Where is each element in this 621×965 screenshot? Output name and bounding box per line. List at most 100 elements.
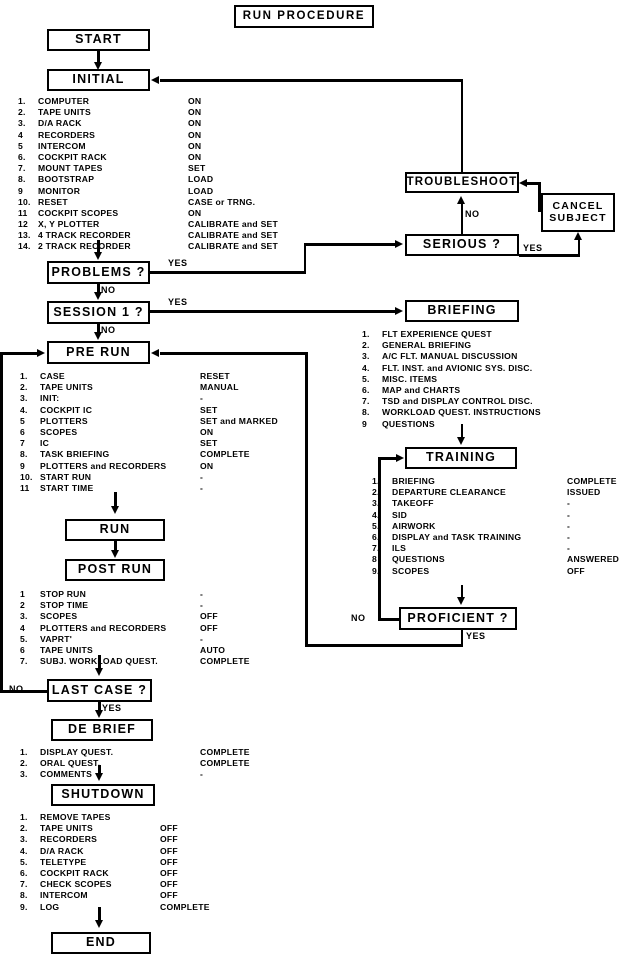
edge-session1-yes	[150, 310, 396, 313]
checklist-row-name: TAPE UNITS	[40, 823, 93, 834]
checklist-row-value: OFF	[567, 565, 585, 576]
checklist-row: 11 COCKPIT SCOPES ON	[18, 208, 278, 219]
checklist-row: 1. CASE RESET	[20, 371, 278, 382]
checklist-row-value: -	[200, 600, 204, 611]
edge-lastcase-no-v	[0, 352, 3, 692]
checklist-row-name: REMOVE TAPES	[40, 812, 111, 822]
node-initial-label: INITIAL	[72, 72, 125, 87]
checklist-row-value: MANUAL	[200, 382, 239, 393]
checklist-row-name: PLOTTERS and RECORDERS	[40, 622, 167, 633]
checklist-row-number: 1	[20, 589, 26, 599]
checklist-row-value: ON	[200, 460, 214, 471]
checklist-row-name: RECORDERS	[38, 129, 96, 140]
node-troubleshoot[interactable]: TROUBLESHOOT	[405, 172, 519, 193]
checklist-row-value: -	[567, 498, 571, 509]
arrowhead-proficient-prerun	[151, 348, 159, 357]
node-proficient[interactable]: PROFICIENT ?	[399, 607, 517, 630]
checklist-row-name: CHECK SCOPES	[40, 879, 112, 890]
node-run[interactable]: RUN	[65, 519, 165, 541]
checklist-row-name: 2 TRACK RECORDER	[38, 241, 131, 252]
checklist-row-name: BRIEFING	[392, 476, 436, 486]
checklist-row-value: COMPLETE	[200, 747, 250, 757]
checklist-row-value: COMPLETE	[200, 758, 250, 769]
checklist-row-name: INTERCOM	[40, 890, 88, 901]
checklist-row-number: 9	[362, 418, 368, 429]
checklist-row-number: 3.	[18, 118, 26, 129]
arrowhead-serious-troubleshoot	[457, 196, 465, 204]
checklist-row-value: OFF	[160, 845, 178, 856]
node-shutdown[interactable]: SHUTDOWN	[51, 784, 155, 806]
node-lastcase[interactable]: LAST CASE ?	[47, 679, 152, 702]
node-training[interactable]: TRAINING	[405, 447, 517, 469]
checklist-row: 8. BOOTSTRAP LOAD	[18, 174, 278, 185]
node-serious[interactable]: SERIOUS ?	[405, 234, 519, 256]
arrowhead-session1-briefing	[395, 307, 403, 315]
checklist-row-value: CALIBRATE and SET	[188, 230, 279, 241]
checklist-row: 8. INTERCOM OFF	[20, 890, 210, 901]
checklist-row: 6. COCKPIT RACK ON	[18, 152, 278, 163]
arrowhead-postrun-lastcase	[94, 668, 103, 676]
checklist-row-number: 14.	[18, 241, 31, 252]
node-initial[interactable]: INITIAL	[47, 69, 150, 91]
edge-serious-yes-v	[577, 240, 580, 256]
checklist-row-name: FLT EXPERIENCE QUEST	[382, 329, 492, 339]
checklist-row-name: STOP RUN	[40, 589, 87, 599]
checklist-row: 4. COCKPIT IC SET	[20, 405, 278, 416]
checklist-row-number: 7.	[20, 656, 28, 667]
node-problems-label: PROBLEMS ?	[51, 264, 146, 279]
arrowhead-briefing-training	[457, 437, 465, 445]
checklist-row-name: X, Y PLOTTER	[38, 219, 100, 230]
node-start[interactable]: START	[47, 29, 150, 51]
checklist-row-number: 1.	[18, 96, 26, 106]
edge-lastcase-no-h	[0, 690, 48, 693]
checklist-row: 3. COMMENTS -	[20, 769, 250, 780]
checklist-row-number: 2.	[20, 382, 28, 393]
checklist-row: 3. SCOPES OFF	[20, 611, 250, 622]
checklist-row-number: 1.	[20, 371, 28, 381]
node-debrief[interactable]: DE BRIEF	[51, 719, 153, 741]
node-cancel-subject-label: CANCEL SUBJECT	[549, 200, 607, 224]
node-cancel-subject[interactable]: CANCEL SUBJECT	[541, 193, 615, 232]
checklist-row: 4 PLOTTERS and RECORDERS OFF	[20, 623, 250, 634]
node-session1-label: SESSION 1 ?	[53, 304, 144, 319]
checklist-row-number: 9	[18, 185, 24, 196]
arrowhead-training-proficient	[457, 597, 465, 605]
node-prerun[interactable]: PRE RUN	[47, 341, 150, 364]
checklist-row-number: 4.	[372, 509, 380, 520]
checklist-row-value: SET	[188, 163, 206, 174]
checklist-row-number: 11	[18, 207, 28, 218]
node-problems[interactable]: PROBLEMS ?	[47, 261, 150, 284]
edge-label-serious-yes: YES	[523, 243, 543, 253]
node-end[interactable]: END	[51, 932, 151, 954]
checklist-row-number: 8.	[18, 174, 26, 185]
checklist-row-value: ON	[188, 207, 202, 218]
title-label: RUN PROCEDURE	[242, 10, 366, 23]
edge-serious-yes-h	[519, 254, 580, 257]
checklist-row: 4. SID -	[372, 510, 619, 521]
node-prerun-label: PRE RUN	[66, 344, 131, 359]
checklist-row-name: AIRWORK	[392, 520, 436, 531]
checklist-row: 9 QUESTIONS	[362, 419, 612, 430]
checklist-row: 3. RECORDERS OFF	[20, 834, 210, 845]
edge-proficient-no-h2	[378, 457, 397, 460]
checklist-row: 13. 4 TRACK RECORDER CALIBRATE and SET	[18, 230, 278, 241]
checklist-row: 8 QUESTIONS ANSWERED	[372, 554, 619, 565]
checklist-row-value: ON	[188, 107, 202, 118]
checklist-row-number: 7	[20, 438, 26, 449]
checklist-row-value: ON	[188, 118, 202, 129]
checklist-row-name: SUBJ. WORKLOAD QUEST.	[40, 656, 158, 667]
arrowhead-proficient-training	[396, 454, 404, 462]
node-session1[interactable]: SESSION 1 ?	[47, 301, 150, 324]
checklist-row: 7. SUBJ. WORKLOAD QUEST. COMPLETE	[20, 656, 250, 667]
node-postrun[interactable]: POST RUN	[65, 559, 165, 581]
node-briefing[interactable]: BRIEFING	[405, 300, 519, 322]
checklist-row: 4. FLT. INST. and AVIONIC SYS. DISC.	[362, 363, 612, 374]
checklist-row-number: 8	[372, 554, 378, 565]
checklist-row-value: -	[567, 531, 571, 542]
checklist-row-number: 7.	[372, 543, 380, 554]
checklist-row-value: OFF	[160, 879, 178, 890]
checklist-row: 5. TELETYPE OFF	[20, 857, 210, 868]
checklist-row: 8. TASK BRIEFING COMPLETE	[20, 449, 278, 460]
checklist-row: 3. D/A RACK ON	[18, 118, 278, 129]
checklist-row-name: SID	[392, 509, 408, 520]
